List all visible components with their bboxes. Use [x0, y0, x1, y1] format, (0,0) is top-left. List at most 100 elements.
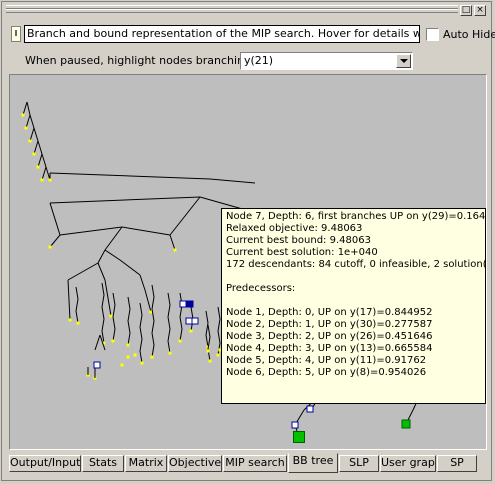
tree-edge: [106, 291, 110, 305]
bb-tree-canvas[interactable]: Node 7, Depth: 6, first branches UP on y…: [9, 74, 487, 450]
dropdown-arrow-icon[interactable]: [396, 54, 411, 68]
tree-edge: [29, 114, 35, 129]
tree-edge: [112, 316, 116, 330]
tooltip-line: Node 7, Depth: 6, first branches UP on y…: [226, 211, 486, 222]
tooltip-line: Node 6, Depth: 5, UP on y(8)=0.954026: [226, 367, 427, 378]
tree-edge: [45, 166, 51, 181]
tree-node[interactable]: [48, 178, 52, 182]
tooltip-line: Relaxed objective: 9.48063: [226, 223, 363, 234]
highlighted-node[interactable]: [179, 300, 187, 308]
tree-node[interactable]: [111, 339, 115, 343]
tree-edge: [205, 310, 209, 324]
tree-edge: [139, 314, 143, 328]
tree-edge: [127, 308, 131, 322]
tree-edge: [49, 172, 211, 180]
tree-edge: [151, 284, 155, 298]
highlighted-node[interactable]: [291, 421, 299, 429]
tooltip-line: Current best solution: 1e+040: [226, 247, 378, 258]
tree-node[interactable]: [21, 113, 25, 117]
tree-node[interactable]: [68, 318, 72, 322]
tree-node[interactable]: [32, 152, 36, 156]
tree-edge: [33, 140, 39, 155]
tab-user-graph[interactable]: User graph: [380, 455, 436, 472]
highlighted-node[interactable]: [185, 317, 193, 325]
tree-edge: [101, 318, 105, 332]
tab-bb-tree[interactable]: BB tree: [288, 453, 338, 473]
tab-slp[interactable]: SLP: [339, 455, 379, 472]
close-button[interactable]: ×: [474, 5, 486, 16]
tree-edge: [37, 153, 43, 168]
tree-node[interactable]: [168, 351, 172, 355]
highlighted-node[interactable]: [93, 361, 101, 369]
highlight-variable-value: y(21): [244, 54, 274, 67]
tree-edge: [167, 292, 171, 306]
tree-edge: [75, 298, 79, 312]
tree-edge: [167, 316, 171, 330]
highlighted-node[interactable]: [186, 300, 194, 308]
tree-edge: [108, 303, 112, 317]
tree-node[interactable]: [216, 353, 220, 357]
tree-edge: [139, 350, 143, 364]
tooltip-line: Predecessors:: [226, 283, 296, 294]
tree-edge: [167, 328, 171, 342]
tree-edge: [151, 332, 155, 346]
tree-edge: [127, 320, 131, 334]
tab-mip-search[interactable]: MIP search: [223, 455, 287, 472]
tree-node[interactable]: [173, 248, 177, 252]
tree-node[interactable]: [28, 139, 32, 143]
tree-edge: [139, 338, 143, 352]
highlight-variable-select[interactable]: y(21): [240, 52, 413, 70]
tree-node[interactable]: [189, 329, 193, 333]
auto-hide-checkbox[interactable]: [426, 28, 439, 41]
info-bar: Branch and bound representation of the M…: [9, 24, 495, 46]
highlighted-node[interactable]: [306, 405, 314, 413]
tooltip-line: Node 2, Depth: 1, UP on y(30)=0.277587: [226, 319, 433, 330]
tree-edge: [207, 324, 211, 338]
tree-node[interactable]: [126, 343, 130, 347]
tree-edge: [112, 292, 116, 306]
tree-edge: [97, 262, 106, 281]
tree-edge: [139, 302, 143, 316]
tree-edge: [22, 101, 28, 116]
tree-node[interactable]: [126, 355, 130, 359]
tree-node[interactable]: [48, 245, 52, 249]
tree-node[interactable]: [140, 361, 144, 365]
close-icon: ×: [476, 5, 484, 15]
panel-grip[interactable]: [6, 5, 458, 15]
tab-objective[interactable]: Objective: [168, 455, 222, 472]
tree-node[interactable]: [133, 353, 137, 357]
tree-node[interactable]: [208, 359, 212, 363]
tree-edge: [209, 178, 256, 184]
tree-node[interactable]: [150, 355, 154, 359]
tooltip-line: Node 1, Depth: 0, UP on y(17)=0.844952: [226, 307, 433, 318]
tree-edge: [151, 308, 155, 322]
tree-node[interactable]: [24, 126, 28, 130]
solution-node[interactable]: [401, 419, 411, 429]
tree-edge: [104, 226, 123, 251]
tree-edge: [151, 344, 155, 358]
tree-node[interactable]: [178, 339, 182, 343]
tree-node[interactable]: [36, 165, 40, 169]
tab-sp[interactable]: SP: [437, 455, 477, 472]
tree-edge: [167, 340, 171, 354]
tree-edge: [59, 226, 123, 236]
node-tooltip: Node 7, Depth: 6, first branches UP on y…: [221, 208, 486, 404]
tree-edge: [179, 316, 183, 330]
highlighted-node[interactable]: [191, 317, 199, 325]
restore-button[interactable]: □: [460, 5, 472, 16]
solution-node[interactable]: [293, 431, 305, 443]
tree-edge: [112, 304, 116, 318]
tree-node[interactable]: [76, 321, 80, 325]
tree-edge: [104, 249, 121, 261]
tree-edge: [151, 296, 155, 310]
tree-edge: [169, 196, 201, 236]
restore-icon: □: [461, 5, 471, 15]
tree-edge: [49, 202, 61, 236]
tab-matrix[interactable]: Matrix: [125, 455, 167, 472]
tree-node[interactable]: [120, 363, 124, 367]
tree-node[interactable]: [40, 178, 44, 182]
tab-output-input[interactable]: Output/Input: [9, 455, 81, 472]
tree-node[interactable]: [206, 349, 210, 353]
tree-node[interactable]: [109, 314, 113, 318]
tab-stats[interactable]: Stats: [82, 455, 124, 472]
